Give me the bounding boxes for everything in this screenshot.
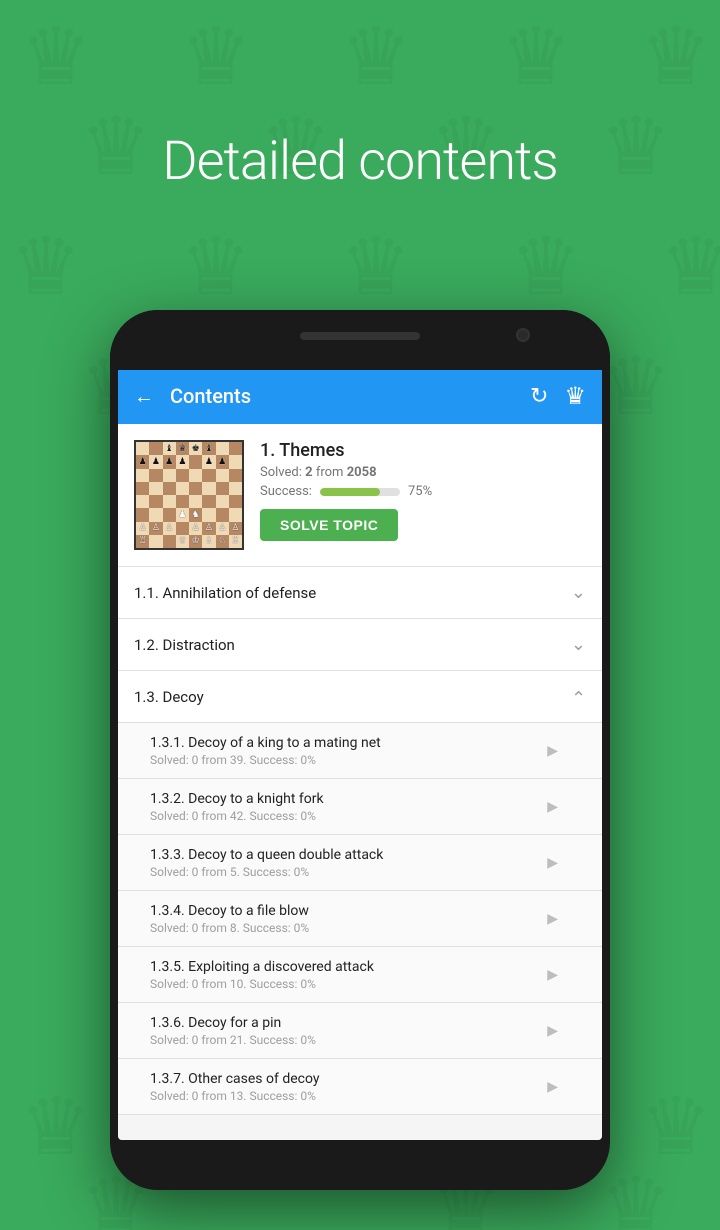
sub-item-title: 1.3.3. Decoy to a queen double attack	[150, 847, 547, 863]
list-item[interactable]: 1.3.4. Decoy to a file blow Solved: 0 fr…	[118, 891, 602, 947]
chevron-down-icon: ⌄	[571, 582, 586, 603]
phone-top-bar	[110, 310, 610, 370]
list-item[interactable]: 1.3.3. Decoy to a queen double attack So…	[118, 835, 602, 891]
play-icon: ▶	[547, 743, 558, 759]
sub-item-content: 1.3.1. Decoy of a king to a mating net S…	[150, 735, 547, 767]
refresh-icon[interactable]: ↻	[530, 384, 548, 409]
list-item[interactable]: 1.3.7. Other cases of decoy Solved: 0 fr…	[118, 1059, 602, 1115]
back-button[interactable]: ←	[134, 384, 154, 409]
success-label: Success:	[260, 484, 312, 499]
section-1-3[interactable]: 1.3. Decoy ⌄	[118, 671, 602, 723]
sub-item-meta: Solved: 0 from 42. Success: 0%	[150, 809, 547, 823]
app-bar-title: Contents	[170, 384, 514, 408]
sub-item-title: 1.3.1. Decoy of a king to a mating net	[150, 735, 547, 751]
sub-item-title: 1.3.4. Decoy to a file blow	[150, 903, 547, 919]
topic-info: 1. Themes Solved: 2 from 2058 Success: 7…	[260, 440, 586, 550]
play-icon: ▶	[547, 1023, 558, 1039]
sub-item-content: 1.3.5. Exploiting a discovered attack So…	[150, 959, 547, 991]
sub-item-meta: Solved: 0 from 10. Success: 0%	[150, 977, 547, 991]
success-row: Success: 75%	[260, 484, 586, 499]
butterfly-icon[interactable]: ♛	[564, 382, 586, 410]
section-1-2-label: 1.2. Distraction	[134, 636, 571, 654]
phone-frame: ← Contents ↻ ♛ ♝♛♚♝♟♟♟♟♟♟♟♞♙♙♙♙♙♙♙♖♕♔♗♘♖…	[110, 310, 610, 1190]
topic-solved-text: Solved: 2 from 2058	[260, 465, 586, 480]
play-icon: ▶	[547, 911, 558, 927]
sub-item-content: 1.3.3. Decoy to a queen double attack So…	[150, 847, 547, 879]
speaker-grill	[300, 332, 420, 340]
progress-bar-fill	[320, 488, 380, 496]
chevron-down-icon: ⌄	[571, 634, 586, 655]
progress-bar	[320, 488, 400, 496]
sub-item-meta: Solved: 0 from 21. Success: 0%	[150, 1033, 547, 1047]
sub-item-title: 1.3.2. Decoy to a knight fork	[150, 791, 547, 807]
app-bar: ← Contents ↻ ♛	[118, 368, 602, 424]
topic-title: 1. Themes	[260, 440, 586, 461]
sub-item-meta: Solved: 0 from 13. Success: 0%	[150, 1089, 547, 1103]
sub-item-title: 1.3.5. Exploiting a discovered attack	[150, 959, 547, 975]
section-1-3-label: 1.3. Decoy	[134, 688, 571, 706]
chess-board-thumbnail: ♝♛♚♝♟♟♟♟♟♟♟♞♙♙♙♙♙♙♙♖♕♔♗♘♖	[134, 440, 244, 550]
sub-item-content: 1.3.7. Other cases of decoy Solved: 0 fr…	[150, 1071, 547, 1103]
screen-content: ♝♛♚♝♟♟♟♟♟♟♟♞♙♙♙♙♙♙♙♖♕♔♗♘♖ 1. Themes Solv…	[118, 424, 602, 1140]
sub-item-content: 1.3.6. Decoy for a pin Solved: 0 from 21…	[150, 1015, 547, 1047]
sub-item-title: 1.3.6. Decoy for a pin	[150, 1015, 547, 1031]
sub-item-meta: Solved: 0 from 8. Success: 0%	[150, 921, 547, 935]
section-1-1[interactable]: 1.1. Annihilation of defense ⌄	[118, 567, 602, 619]
list-item[interactable]: 1.3.5. Exploiting a discovered attack So…	[118, 947, 602, 1003]
list-item[interactable]: 1.3.6. Decoy for a pin Solved: 0 from 21…	[118, 1003, 602, 1059]
sub-item-meta: Solved: 0 from 39. Success: 0%	[150, 753, 547, 767]
list-item[interactable]: 1.3.2. Decoy to a knight fork Solved: 0 …	[118, 779, 602, 835]
success-percentage: 75%	[408, 484, 432, 499]
play-icon: ▶	[547, 1079, 558, 1095]
page-title: Detailed contents	[0, 130, 720, 193]
section-1-1-label: 1.1. Annihilation of defense	[134, 584, 571, 602]
play-icon: ▶	[547, 799, 558, 815]
sub-item-meta: Solved: 0 from 5. Success: 0%	[150, 865, 547, 879]
phone-screen: ← Contents ↻ ♛ ♝♛♚♝♟♟♟♟♟♟♟♞♙♙♙♙♙♙♙♖♕♔♗♘♖…	[118, 368, 602, 1140]
sub-item-content: 1.3.4. Decoy to a file blow Solved: 0 fr…	[150, 903, 547, 935]
play-icon: ▶	[547, 855, 558, 871]
front-camera	[516, 328, 530, 342]
topic-card: ♝♛♚♝♟♟♟♟♟♟♟♞♙♙♙♙♙♙♙♖♕♔♗♘♖ 1. Themes Solv…	[118, 424, 602, 567]
sub-item-title: 1.3.7. Other cases of decoy	[150, 1071, 547, 1087]
play-icon: ▶	[547, 967, 558, 983]
chevron-up-icon: ⌄	[571, 686, 586, 707]
solve-topic-button[interactable]: SOLVE TOPIC	[260, 509, 398, 541]
list-item[interactable]: 1.3.1. Decoy of a king to a mating net S…	[118, 723, 602, 779]
sub-item-content: 1.3.2. Decoy to a knight fork Solved: 0 …	[150, 791, 547, 823]
section-1-2[interactable]: 1.2. Distraction ⌄	[118, 619, 602, 671]
